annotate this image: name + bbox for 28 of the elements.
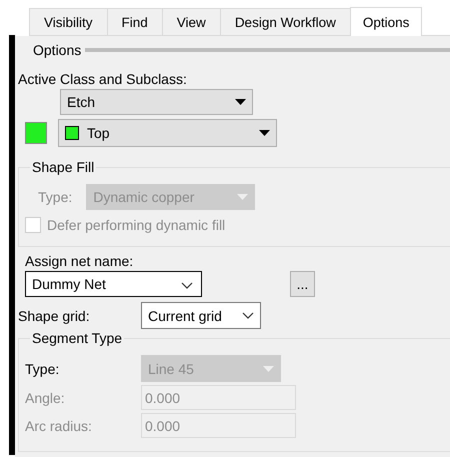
caret-icon [259, 130, 270, 136]
group-title: Segment Type [30, 330, 124, 346]
field-label: Type: [25, 360, 60, 376]
shape-grid-combo[interactable]: Current grid [141, 302, 261, 329]
color-swatch[interactable] [25, 122, 47, 144]
browse-button[interactable]: ... [290, 271, 315, 297]
caret-icon [235, 99, 246, 105]
caret-icon [237, 194, 248, 200]
field-label: Assign net name: [25, 253, 134, 269]
field-label: Angle: [25, 390, 66, 406]
caret-icon [263, 366, 274, 372]
section-title: Options [33, 42, 82, 58]
group-title: Shape Fill [30, 159, 96, 175]
chevron-down-icon [242, 312, 254, 319]
tab[interactable]: Design Workflow [220, 8, 351, 35]
chevron-down-icon [181, 282, 193, 289]
tab[interactable]: Find [106, 8, 163, 35]
tab[interactable]: Options [350, 7, 422, 36]
class-dropdown[interactable]: Etch [60, 89, 253, 115]
subclass-dropdown[interactable]: Top [58, 119, 277, 147]
tab[interactable]: Visibility [29, 8, 108, 35]
checkbox-label: Defer performing dynamic fill [47, 217, 226, 233]
field-label: Active Class and Subclass: [18, 71, 187, 87]
net-name-combo[interactable]: Dummy Net [25, 271, 202, 297]
field-label: Arc radius: [25, 418, 93, 434]
field-label: Shape grid: [18, 308, 91, 324]
field-label: Type: [38, 189, 72, 205]
tab[interactable]: View [162, 8, 221, 35]
